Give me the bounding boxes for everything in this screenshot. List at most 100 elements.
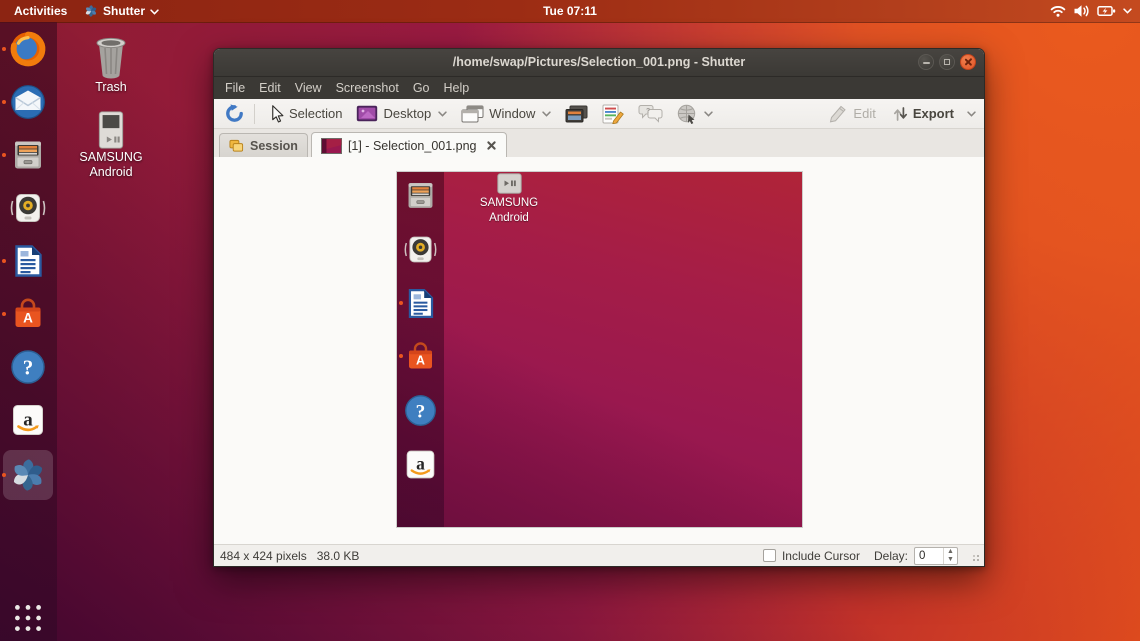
running-dot: [2, 153, 6, 157]
dock-item-firefox[interactable]: [9, 30, 47, 68]
capture-menu-button[interactable]: [596, 102, 630, 126]
media-player-icon: [97, 110, 125, 150]
toolbar: Selection Desktop Window ?: [214, 99, 984, 129]
system-status-area[interactable]: [1050, 0, 1132, 22]
export-dropdown-chevron[interactable]: [967, 111, 976, 117]
svg-text:?: ?: [646, 108, 650, 115]
include-cursor-checkbox[interactable]: [763, 549, 776, 562]
dock-item-libreoffice-writer[interactable]: [9, 242, 47, 280]
menu-bar: File Edit View Screenshot Go Help: [214, 77, 984, 99]
session-icon: [229, 138, 244, 153]
dock-item-thunderbird[interactable]: [9, 83, 47, 121]
delay-label: Delay:: [874, 549, 908, 563]
preview-media-player-icon: [497, 173, 522, 194]
device-label-line1: SAMSUNG: [72, 150, 150, 165]
spinner-down-icon[interactable]: ▼: [944, 556, 957, 564]
dock-item-files[interactable]: [9, 136, 47, 174]
clock[interactable]: Tue 07:11: [0, 0, 1140, 22]
window-title: /home/swap/Pictures/Selection_001.png - …: [214, 49, 984, 76]
capture-selection-button[interactable]: Selection: [263, 102, 348, 126]
preview-canvas[interactable]: A ? a SAMSUNG Android: [214, 157, 984, 544]
window-capture-icon: [461, 105, 484, 123]
menu-capture-icon: [602, 104, 624, 124]
export-button[interactable]: Export: [887, 104, 960, 124]
desktop-label: Desktop: [383, 106, 431, 121]
svg-text:A: A: [416, 353, 425, 367]
file-cabinet-icon: [9, 136, 47, 174]
image-thumbnail-icon: [321, 138, 342, 154]
delay-spinner[interactable]: 0 ▲▼: [914, 547, 958, 565]
tab-bar: Session [1] - Selection_001.png: [214, 129, 984, 158]
menu-view[interactable]: View: [288, 77, 329, 99]
close-tab-icon[interactable]: [486, 140, 497, 151]
web-capture-icon: [677, 104, 697, 124]
svg-text:?: ?: [416, 401, 426, 422]
thunderbird-icon: [9, 83, 47, 121]
preview-file-cabinet-icon: [403, 178, 438, 213]
menu-edit[interactable]: Edit: [252, 77, 288, 99]
chevron-down-icon: [1123, 8, 1132, 14]
preview-image[interactable]: A ? a SAMSUNG Android: [397, 172, 802, 527]
dock-item-rhythmbox[interactable]: [9, 189, 47, 227]
show-applications-grid-icon: [13, 603, 43, 633]
image-dimensions: 484 x 424 pixels: [220, 549, 307, 563]
trash-label: Trash: [72, 80, 150, 95]
redo-screenshot-button[interactable]: [222, 102, 246, 126]
edit-pencil-icon: [828, 104, 848, 123]
top-panel: Activities Tue 07:11 Shutter: [0, 0, 1140, 23]
window-controls: [918, 54, 976, 70]
tooltip-capture-icon: ?: [638, 104, 663, 123]
svg-text:?: ?: [23, 356, 34, 380]
window-label: Window: [489, 106, 535, 121]
dock-item-amazon[interactable]: a: [9, 401, 47, 439]
preview-ubuntu-software-icon: A: [403, 339, 438, 374]
menu-help[interactable]: Help: [437, 77, 477, 99]
reload-icon: [225, 104, 244, 123]
battery-icon: [1097, 5, 1116, 17]
running-dot: [2, 100, 6, 104]
spinner-up-icon[interactable]: ▲: [944, 548, 957, 556]
app-menu-label: Shutter: [103, 4, 145, 18]
capture-section-button[interactable]: [559, 103, 594, 125]
dock-item-ubuntu-software[interactable]: A: [9, 295, 47, 333]
close-button[interactable]: [960, 54, 976, 70]
libreoffice-writer-icon: [9, 242, 47, 280]
preview-device-label: SAMSUNG Android: [449, 196, 569, 226]
menu-go[interactable]: Go: [406, 77, 437, 99]
chevron-down-icon: [542, 111, 551, 117]
tab-session[interactable]: Session: [219, 133, 308, 157]
capture-web-button[interactable]: [671, 102, 719, 126]
capture-tooltip-button[interactable]: ?: [632, 102, 669, 125]
app-menu[interactable]: Shutter: [84, 0, 159, 22]
spinner-buttons[interactable]: ▲▼: [943, 548, 957, 564]
edit-button[interactable]: Edit: [822, 102, 881, 125]
chevron-down-icon: [150, 9, 159, 15]
desktop-icon-trash[interactable]: Trash: [72, 34, 150, 95]
preview-running-dot: [399, 301, 403, 305]
preview-amazon-icon: a: [403, 447, 438, 482]
delay-value[interactable]: 0: [915, 548, 943, 564]
title-bar[interactable]: /home/swap/Pictures/Selection_001.png - …: [214, 49, 984, 77]
desktop-icon-samsung-android[interactable]: SAMSUNG Android: [72, 110, 150, 180]
menu-screenshot[interactable]: Screenshot: [329, 77, 406, 99]
resize-grip[interactable]: [968, 550, 980, 562]
minimize-button[interactable]: [918, 54, 934, 70]
capture-desktop-button[interactable]: Desktop: [350, 103, 453, 124]
dock-item-shutter[interactable]: [3, 450, 53, 500]
capture-window-button[interactable]: Window: [455, 103, 557, 125]
toolbar-separator: [254, 104, 255, 124]
desktop-background[interactable]: Activities Tue 07:11 Shutter A ? a Trash: [0, 0, 1140, 641]
show-applications-button[interactable]: [13, 603, 43, 633]
svg-text:a: a: [416, 454, 425, 474]
running-dot: [2, 312, 6, 316]
dock-item-help[interactable]: ?: [9, 348, 47, 386]
section-capture-icon: [565, 105, 588, 123]
preview-libreoffice-writer-icon: [403, 286, 438, 321]
maximize-button[interactable]: [939, 54, 955, 70]
menu-file[interactable]: File: [218, 77, 252, 99]
device-label-line2: Android: [72, 165, 150, 180]
status-bar: 484 x 424 pixels 38.0 KB Include Cursor …: [214, 544, 984, 566]
tab-selection-001[interactable]: [1] - Selection_001.png: [311, 132, 507, 158]
activities-button[interactable]: Activities: [10, 0, 71, 22]
trash-icon: [91, 34, 131, 80]
